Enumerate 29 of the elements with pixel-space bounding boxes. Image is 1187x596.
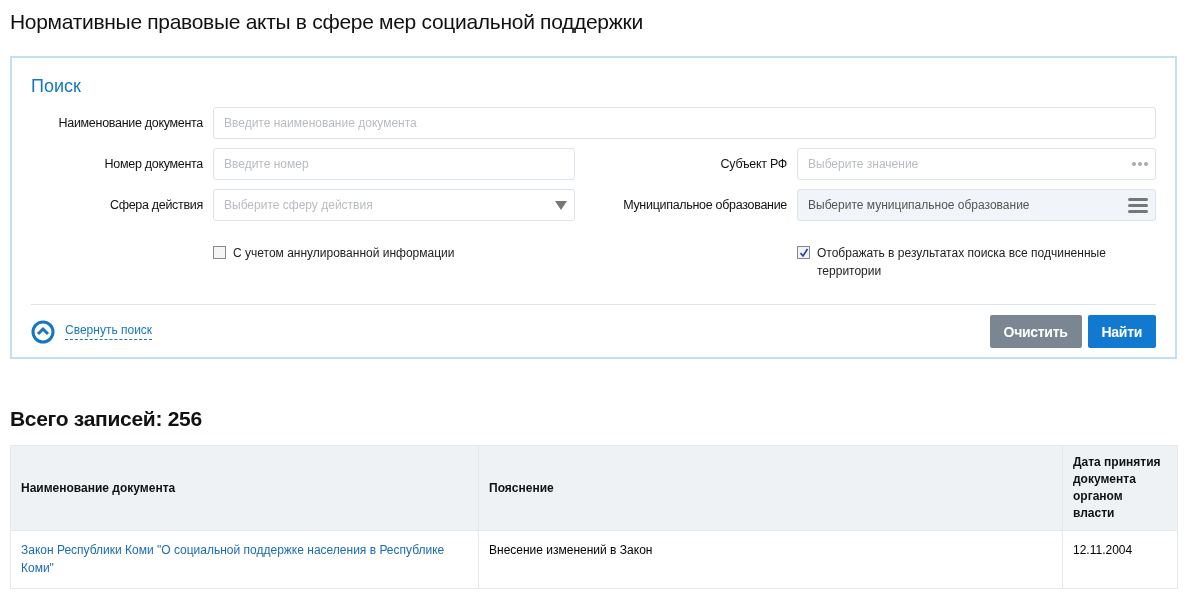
field-label: Сфера действия: [108, 198, 204, 212]
input-field[interactable]: Введите номер: [213, 148, 575, 180]
search-button[interactable]: Найти: [1087, 315, 1156, 348]
column-header: Наименование документа: [10, 445, 479, 531]
field-label: Субъект РФ: [719, 157, 788, 171]
document-link[interactable]: Закон Республики Коми "О социальной поддержке населения в Республике Коми": [21, 541, 468, 577]
search-heading: Поиск: [31, 76, 82, 97]
checkbox-label: Отображать в результатах поиска все подчиненные территории: [817, 245, 1107, 280]
select-field[interactable]: Выберите сферу действия: [213, 189, 575, 221]
collapse-link[interactable]: Свернуть поиск: [65, 323, 153, 340]
table-cell: Внесение изменений в Закон: [478, 530, 1063, 589]
checkbox[interactable]: [213, 246, 226, 259]
total-count: Всего записей: 256: [10, 407, 203, 431]
checkbox-label: С учетом аннулированной информации: [233, 245, 455, 262]
field-label: Наименование документа: [57, 116, 204, 130]
menu-icon: [1128, 197, 1148, 213]
collapse-icon[interactable]: [31, 319, 55, 344]
clear-button[interactable]: Очистить: [989, 315, 1082, 348]
field-label: Муниципальное образование: [622, 198, 788, 212]
field-label: Номер документа: [103, 157, 204, 171]
caret-icon: [555, 200, 567, 210]
page-title: Нормативные правовые акты в сфере мер социальной поддержки: [10, 9, 644, 35]
table-cell: 12.11.2004: [1062, 530, 1178, 589]
column-header: Пояснение: [478, 445, 1063, 531]
column-header: Дата принятия документа органом власти: [1062, 445, 1178, 531]
select-field[interactable]: Выберите значение: [797, 148, 1156, 180]
more-icon: [1132, 162, 1148, 166]
checkbox[interactable]: [797, 246, 810, 259]
input-field[interactable]: Введите наименование документа: [213, 107, 1156, 139]
